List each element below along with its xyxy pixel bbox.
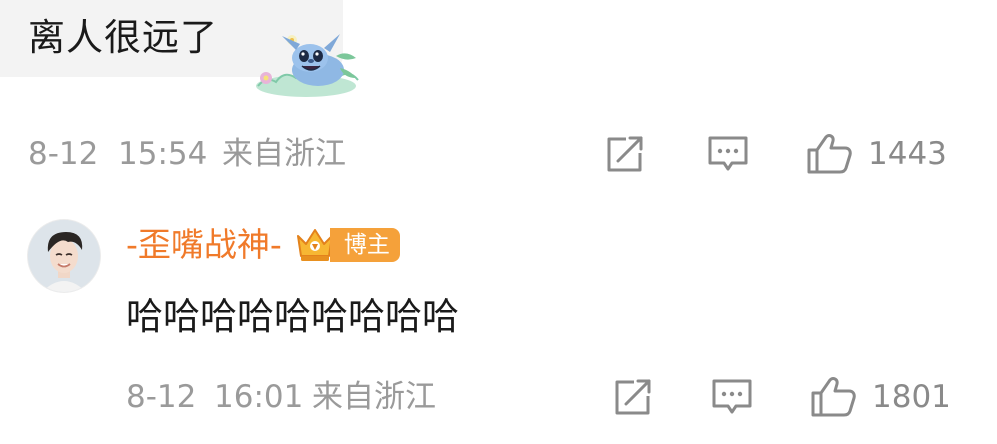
blogger-badge: 博主 (329, 228, 400, 262)
username[interactable]: -歪嘴战神- (126, 224, 282, 266)
comment-time: 15:54 (118, 136, 208, 172)
like-count: 1801 (872, 379, 951, 415)
comment-meta: 8-12 15:54 来自浙江 1443 (0, 134, 997, 174)
like-count: 1443 (868, 136, 947, 172)
share-button[interactable] (612, 377, 654, 417)
like-button[interactable]: 1801 (810, 377, 951, 417)
comment-time: 16:01 (214, 379, 304, 415)
avatar[interactable] (28, 220, 100, 292)
comment-location: 来自浙江 (222, 136, 346, 172)
stitch-sticker (252, 28, 364, 100)
share-icon (612, 377, 654, 417)
share-button[interactable] (604, 134, 646, 174)
comment-icon (710, 377, 754, 417)
comment-date: 8-12 (28, 136, 99, 172)
comment-text[interactable]: 哈哈哈哈哈哈哈哈哈 (126, 293, 459, 341)
thumbs-up-icon (810, 376, 856, 418)
reply-button[interactable] (710, 377, 754, 417)
comment-header: -歪嘴战神- 博主 (126, 224, 400, 266)
comment-thread: 离人很远了 8-12 15:54 来自浙江 1443 -歪嘴战神- 博主 哈哈哈… (0, 0, 997, 444)
comment-text: 离人很远了 (28, 16, 218, 59)
comment-date: 8-12 (126, 379, 197, 415)
badge-label: 博主 (343, 232, 390, 258)
reply-button[interactable] (706, 134, 750, 174)
comment-meta: 8-12 16:01 来自浙江 1801 (0, 377, 997, 417)
share-icon (604, 134, 646, 174)
thumbs-up-icon (806, 133, 852, 175)
like-button[interactable]: 1443 (806, 134, 947, 174)
comment-icon (706, 134, 750, 174)
comment-location: 来自浙江 (312, 379, 436, 415)
